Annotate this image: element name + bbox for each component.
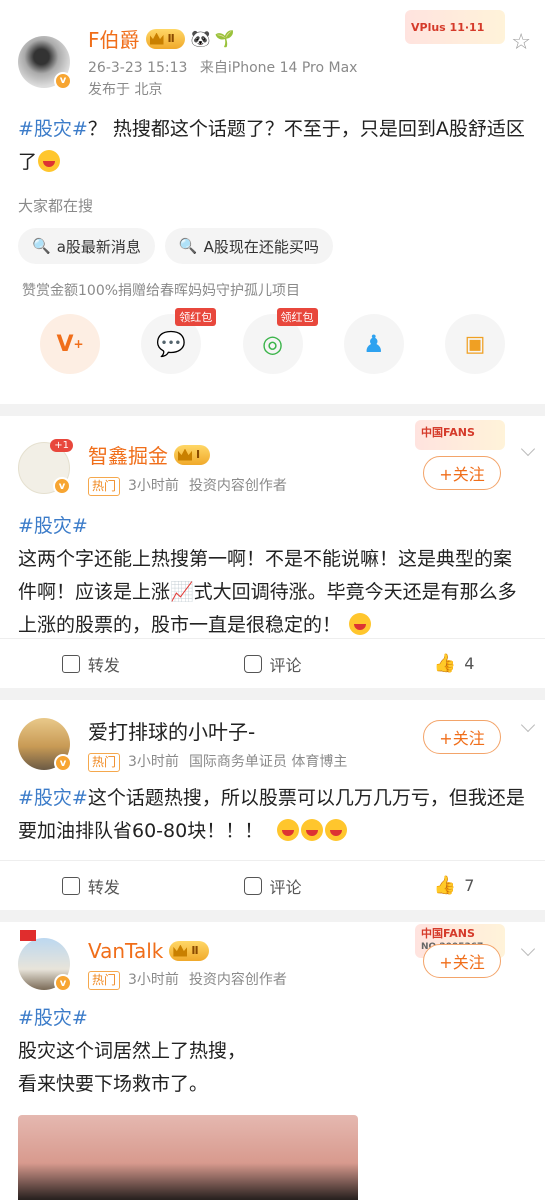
time: 3小时前	[128, 971, 179, 988]
repost-button[interactable]: 转发	[0, 652, 182, 676]
verified-icon: v	[53, 477, 71, 495]
verified-icon: v	[54, 754, 72, 772]
image-save-icon: ▣	[464, 331, 486, 357]
laugh-emoji-icon	[301, 819, 324, 841]
follow-button[interactable]: +关注	[423, 456, 501, 490]
vplus-share-button[interactable]: V +	[40, 314, 100, 374]
time: 3小时前	[128, 754, 179, 770]
avatar[interactable]: v	[18, 718, 72, 772]
like-button[interactable]: 👍 4	[363, 653, 545, 674]
search-icon: 🔍	[178, 237, 198, 255]
search-pill-2[interactable]: 🔍 A股现在还能买吗	[164, 228, 333, 264]
red-packet-badge: 领红包	[175, 308, 217, 326]
comment-item: 中国FANS +关注 +1 v 智鑫掘金 Ⅰ 热门 3小时前 投资内容创作者 #股灾…	[0, 416, 545, 688]
divider	[0, 910, 545, 922]
wechat-icon: 💬	[156, 330, 187, 358]
comment-line-2: 看来快要下场救市了。	[18, 1073, 209, 1095]
laugh-emoji-icon	[38, 150, 61, 172]
hot-badge: 热门	[88, 477, 121, 496]
comment-image[interactable]	[18, 1115, 358, 1200]
sprout-icon: 🌱	[214, 29, 235, 48]
avatar[interactable]: v	[18, 930, 72, 992]
comment-text: 这两个字还能上热搜第一啊！不是不能说嘛！这是典型的案件啊！应该是上涨📈式大回调待…	[18, 548, 517, 636]
star-icon[interactable]: ☆	[511, 30, 531, 55]
hashtag[interactable]: #股灾#	[18, 510, 527, 543]
comment-button[interactable]: 评论	[182, 652, 364, 676]
wechat-share-button[interactable]: 领红包 💬	[141, 308, 217, 374]
thumbs-up-icon: 👍	[433, 653, 457, 674]
vplus-banner[interactable]: VPlus 11·11	[405, 10, 505, 44]
comment-text: 这个话题热搜，所以股票可以几万几万亏，但我还是要加油排队省60-80块！！！	[18, 787, 525, 842]
follow-button[interactable]: +关注	[423, 720, 501, 754]
username[interactable]: 爱打排球的小叶子-	[88, 716, 347, 745]
repost-icon	[61, 654, 80, 673]
avatar[interactable]: +1 v	[18, 439, 73, 495]
verified-icon: v	[54, 71, 72, 90]
comment-icon	[243, 654, 262, 673]
follow-button[interactable]: +关注	[423, 944, 501, 978]
user-desc: 投资内容创作者	[188, 478, 287, 494]
qq-share-button[interactable]: ♟	[343, 314, 404, 374]
comment-line-1: 股灾这个词居然上了热搜，	[18, 1040, 247, 1062]
hot-badge: 热门	[88, 970, 121, 990]
username[interactable]: 智鑫掘金	[88, 440, 168, 469]
post-text: ？ 热搜都这个话题了？不至于，只是回到A股舒适区了	[18, 118, 525, 173]
search-pill-1[interactable]: 🔍 a股最新消息	[18, 228, 155, 264]
smile-emoji-icon	[349, 613, 372, 635]
level-badge: Ⅱ	[145, 28, 185, 49]
verified-icon: v	[54, 974, 72, 992]
divider	[0, 404, 545, 416]
moments-icon: ◎	[262, 330, 283, 358]
like-button[interactable]: 👍 7	[363, 875, 545, 896]
donation-note: 赞赏金额100%捐赠给春晖妈妈守护孤儿项目	[22, 283, 301, 299]
moments-share-button[interactable]: 领红包 ◎	[242, 308, 318, 374]
avatar[interactable]: v	[18, 35, 72, 90]
save-image-button[interactable]: ▣	[445, 314, 505, 374]
user-desc: 投资内容创作者	[188, 971, 287, 988]
panda-icon: 🐼	[190, 29, 211, 48]
comment-icon	[243, 876, 262, 895]
divider	[0, 688, 545, 700]
comment-item: +关注 v 爱打排球的小叶子- 热门 3小时前 国际商务单证员 体育博主 #股灾#这…	[0, 700, 545, 910]
hashtag[interactable]: #股灾#	[18, 787, 88, 809]
search-title: 大家都在搜	[18, 197, 94, 215]
laugh-emoji-icon	[277, 819, 300, 841]
comment-item: 中国FANSNO.2005367 +关注 v VanTalk Ⅱ 热门3小时前投…	[0, 922, 545, 1200]
hashtag[interactable]: #股灾#	[18, 118, 88, 140]
repost-button[interactable]: 转发	[0, 874, 182, 898]
post-original: VPlus 11·11 ☆ v F伯爵 Ⅱ 🐼 🌱 26-3-23 15:13 …	[0, 0, 545, 404]
fans-banner: 中国FANS	[415, 420, 505, 450]
username[interactable]: VanTalk	[88, 939, 163, 963]
level-badge: Ⅱ	[169, 940, 209, 961]
time: 3小时前	[128, 478, 179, 494]
avatar-count-badge: +1	[50, 439, 73, 452]
hot-badge: 热门	[88, 753, 121, 772]
repost-icon	[61, 876, 80, 895]
comment-button[interactable]: 评论	[182, 874, 364, 898]
thumbs-up-icon: 👍	[433, 875, 457, 896]
location: 发布于 北京	[88, 82, 163, 98]
username[interactable]: F伯爵	[88, 24, 140, 53]
qq-icon: ♟	[362, 330, 385, 358]
flag-icon	[20, 930, 36, 941]
hashtag[interactable]: #股灾#	[18, 1002, 527, 1035]
user-desc: 国际商务单证员 体育博主	[188, 754, 348, 770]
red-packet-badge: 领红包	[276, 308, 318, 326]
level-badge: Ⅰ	[174, 444, 211, 465]
laugh-emoji-icon	[325, 819, 348, 841]
timestamp: 26-3-23 15:13	[88, 60, 188, 76]
search-icon: 🔍	[32, 237, 51, 255]
source: 来自iPhone 14 Pro Max	[199, 60, 358, 76]
